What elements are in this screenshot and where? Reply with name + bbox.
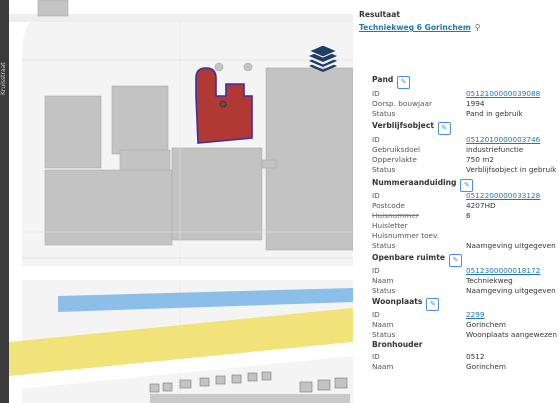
row-value: Verblijfsobject in gebruik [466, 165, 557, 174]
left-edge-street-label: Kruisstraat [0, 62, 7, 95]
wp-row-status: Status Woonplaats aangewezen [372, 330, 560, 340]
row-key: Oppervlakte [372, 155, 417, 164]
layers-icon [307, 44, 339, 72]
row-key: Huisnummer [372, 211, 419, 220]
or-row-id: ID 0512300000018172 [372, 266, 560, 276]
result-panel: Resultaat Techniekweg 6 Gorinchem ⚲ Pand ✎… [353, 0, 560, 403]
section-verblijfsobject: Verblijfsobject ✎ [372, 121, 451, 135]
wp-row-naam: Naam Gorinchem [372, 320, 560, 330]
row-key: ID [372, 266, 380, 275]
building [171, 147, 263, 241]
vbo-row-use: Gebruiksdoel industriefunctie [372, 145, 560, 155]
num-row-status: Status Naamgeving uitgegeven [372, 241, 560, 251]
location-pin-icon[interactable]: ⚲ [475, 23, 481, 32]
row-value: Gorinchem [466, 320, 507, 329]
row-key: Oorsp. bouwjaar [372, 99, 432, 108]
road-middle [22, 266, 353, 280]
section-nummeraanduiding: Nummeraanduiding ✎ [372, 178, 474, 192]
section-title-woonplaats: Woonplaats [372, 297, 423, 306]
building [119, 149, 171, 173]
row-key: ID [372, 310, 380, 319]
bh-row-id: ID 0512 [372, 352, 560, 362]
bh-row-naam: Naam Gorinchem [372, 362, 560, 372]
or-row-naam: Naam Techniekweg [372, 276, 560, 286]
map-feature [214, 62, 224, 72]
row-key: ID [372, 191, 380, 200]
section-title-openbare-ruimte: Openbare ruimte [372, 253, 445, 262]
row-key: Status [372, 330, 396, 339]
row-value: Techniekweg [466, 276, 513, 285]
num-row-huisletter: Huisletter [372, 221, 560, 231]
row-key: Naam [372, 276, 394, 285]
pand-id-link[interactable]: 0512100000039088 [466, 89, 540, 99]
edit-pencil-icon[interactable]: ✎ [397, 76, 411, 89]
map-view[interactable]: Kruisstraat [0, 0, 353, 403]
vbo-id-link[interactable]: 0512010000003746 [466, 135, 540, 145]
pand-row-year: Oorsp. bouwjaar 1994 [372, 99, 560, 109]
row-key: Postcode [372, 201, 405, 210]
row-key: ID [372, 352, 380, 361]
pand-row-status: Status Pand in gebruik [372, 109, 560, 119]
row-value: 0512 [466, 352, 485, 361]
result-address[interactable]: Techniekweg 6 Gorinchem [359, 23, 471, 32]
result-heading: Resultaat [359, 10, 401, 19]
row-key: Status [372, 109, 396, 118]
or-row-status: Status Naamgeving uitgegeven [372, 286, 560, 296]
or-id-link[interactable]: 0512300000018172 [466, 266, 540, 276]
map-canvas[interactable]: Kruisstraat [0, 0, 353, 403]
building [265, 67, 353, 251]
row-key: Huisnummer toev. [372, 231, 440, 240]
row-key: Gebruiksdoel [372, 145, 421, 154]
row-value: 6 [466, 211, 471, 220]
map-left-edge [0, 0, 9, 403]
section-openbare-ruimte: Openbare ruimte ✎ [372, 253, 462, 267]
section-pand: Pand ✎ [372, 75, 411, 89]
row-value: 1994 [466, 99, 485, 108]
building [111, 85, 169, 155]
result-address-link[interactable]: Techniekweg 6 Gorinchem ⚲ [359, 23, 481, 32]
section-woonplaats: Woonplaats ✎ [372, 297, 440, 311]
row-value: 750 m2 [466, 155, 494, 164]
row-key: Status [372, 241, 396, 250]
pand-row-id: ID 0512100000039088 [372, 89, 560, 99]
vbo-row-id: ID 0512010000003746 [372, 135, 560, 145]
row-key: Status [372, 286, 396, 295]
num-row-id: ID 0512200000033128 [372, 191, 560, 201]
building [44, 95, 102, 169]
num-id-link[interactable]: 0512200000033128 [466, 191, 540, 201]
row-key: Naam [372, 320, 394, 329]
row-value: Gorinchem [466, 362, 507, 371]
selected-marker [219, 100, 227, 108]
section-title-nummeraanduiding: Nummeraanduiding [372, 178, 457, 187]
row-value: 4207HD [466, 201, 496, 210]
building [261, 159, 277, 169]
wp-row-id: ID 2299 [372, 310, 560, 320]
row-key: Status [372, 165, 396, 174]
row-key: Huisletter [372, 221, 408, 230]
section-title-bronhouder: Bronhouder [372, 340, 423, 349]
row-value: Naamgeving uitgegeven [466, 286, 556, 295]
building [37, 0, 69, 17]
section-title-verblijfsobject: Verblijfsobject [372, 121, 434, 130]
row-value: Naamgeving uitgegeven [466, 241, 556, 250]
section-title-pand: Pand [372, 75, 394, 84]
wp-id-link[interactable]: 2299 [466, 310, 485, 320]
vbo-row-status: Status Verblijfsobject in gebruik [372, 165, 560, 175]
layers-button[interactable] [303, 40, 343, 76]
row-key: ID [372, 135, 380, 144]
row-value: Pand in gebruik [466, 109, 523, 118]
num-row-toev: Huisnummer toev. [372, 231, 560, 241]
building [44, 169, 173, 246]
num-row-postcode: Postcode 4207HD [372, 201, 560, 211]
row-value: industriefunctie [466, 145, 524, 154]
edit-pencil-icon[interactable]: ✎ [437, 122, 451, 135]
section-bronhouder: Bronhouder [372, 340, 423, 349]
row-value: Woonplaats aangewezen [466, 330, 558, 339]
vbo-row-area: Oppervlakte 750 m2 [372, 155, 560, 165]
num-row-huisnummer: Huisnummer 6 [372, 211, 560, 221]
row-key: ID [372, 89, 380, 98]
row-key: Naam [372, 362, 394, 371]
map-feature [243, 62, 253, 72]
